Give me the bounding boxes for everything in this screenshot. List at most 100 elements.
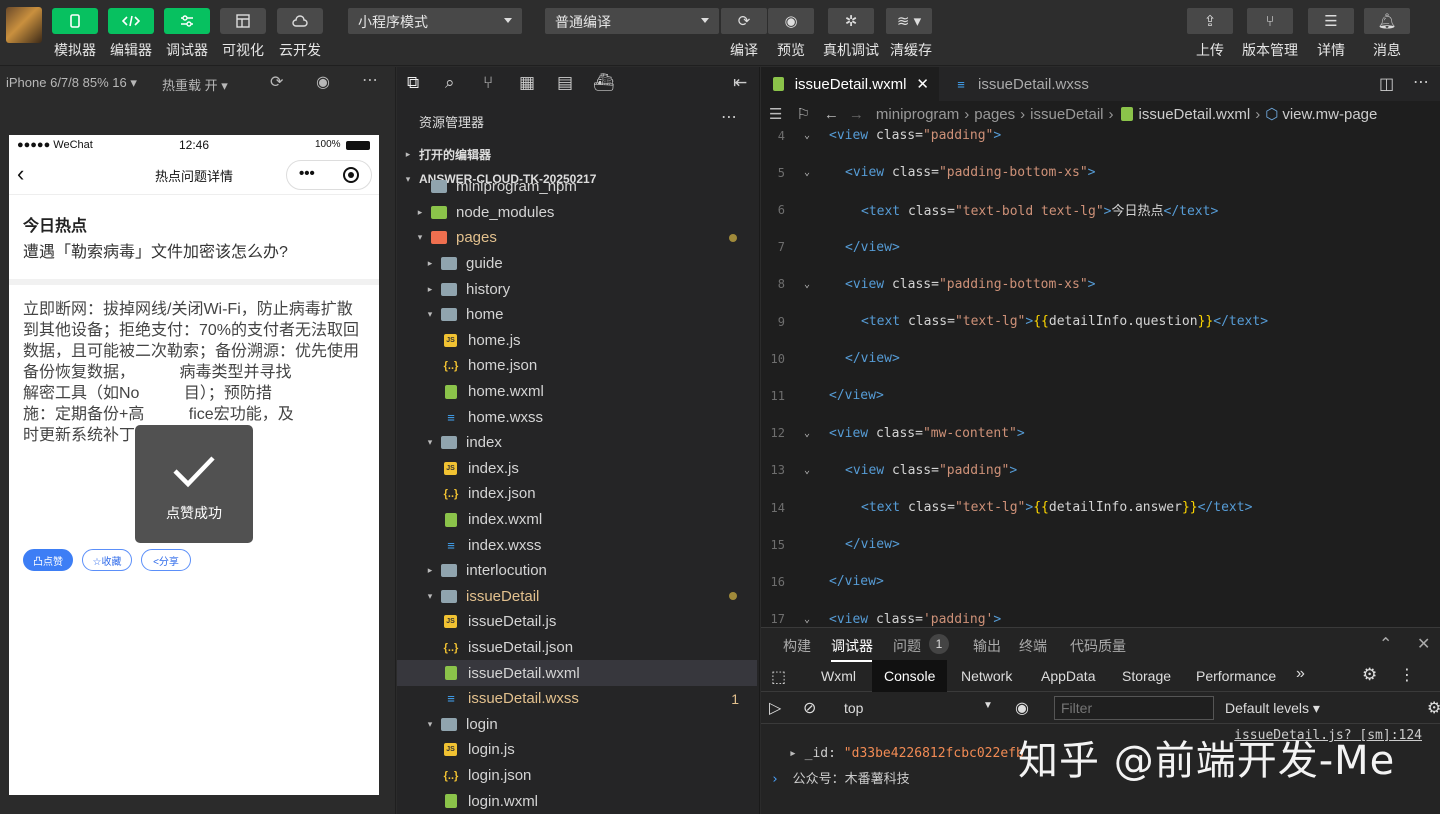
capsule-menu[interactable]: ••• bbox=[286, 160, 372, 190]
expand-icon[interactable]: ▸ bbox=[789, 746, 797, 761]
breadcrumb-item[interactable]: view.mw-page bbox=[1282, 106, 1377, 123]
tree-item-home-json[interactable]: {..} home.json bbox=[397, 353, 757, 379]
clear-cache-button[interactable]: ≋ ▾ bbox=[886, 8, 932, 34]
tab-debugger[interactable]: 调试器 bbox=[831, 636, 873, 662]
tab-code-quality[interactable]: 代码质量 bbox=[1070, 636, 1126, 656]
tree-item-guide[interactable]: ▸ guide bbox=[397, 251, 757, 277]
git-icon[interactable]: ⑂ bbox=[483, 73, 493, 93]
open-editors-section[interactable]: ▸ 打开的编辑器 bbox=[397, 142, 760, 166]
code-line[interactable]: 16 </view> bbox=[761, 563, 1440, 600]
tree-item-index-js[interactable]: JS index.js bbox=[397, 456, 757, 482]
docker-icon[interactable]: ⛴ bbox=[593, 73, 615, 93]
version-button[interactable]: ⑂ bbox=[1247, 8, 1293, 34]
chevron-down-icon[interactable]: ▼ bbox=[983, 700, 993, 711]
messages-button[interactable]: 🔔︎ bbox=[1364, 8, 1410, 34]
code-line[interactable]: 15 </view> bbox=[761, 526, 1440, 563]
collapse-panel-icon[interactable]: ⇤ bbox=[733, 73, 747, 93]
tab-network[interactable]: Network bbox=[961, 668, 1012, 684]
tree-item-issuedetail-js[interactable]: JS issueDetail.js bbox=[397, 609, 757, 635]
preview-button[interactable]: ◉ bbox=[768, 8, 814, 34]
split-editor-icon[interactable]: ◫ bbox=[1379, 74, 1394, 94]
visualize-button[interactable] bbox=[220, 8, 266, 34]
tree-item-home-wxss[interactable]: ≡ home.wxss bbox=[397, 404, 757, 430]
tree-item-history[interactable]: ▸ history bbox=[397, 276, 757, 302]
tree-item-issuedetail-json[interactable]: {..} issueDetail.json bbox=[397, 635, 757, 661]
tree-item-index-wxss[interactable]: ≡ index.wxss bbox=[397, 532, 757, 558]
tab-issuedetail-wxss[interactable]: ≡ issueDetail.wxss bbox=[943, 67, 1113, 101]
rotate-icon[interactable]: ⟳ bbox=[270, 72, 283, 92]
capsule-more-icon[interactable]: ••• bbox=[299, 165, 315, 182]
avatar[interactable] bbox=[6, 7, 42, 43]
context-select[interactable]: top bbox=[844, 700, 863, 716]
sidebar-toggle-icon[interactable]: ▷ bbox=[769, 698, 781, 718]
tree-item-home-wxml[interactable]: home.wxml bbox=[397, 379, 757, 405]
extensions-icon[interactable]: ▦ bbox=[519, 73, 535, 93]
tree-item-index-json[interactable]: {..} index.json bbox=[397, 481, 757, 507]
levels-select[interactable]: Default levels ▾ bbox=[1225, 700, 1320, 717]
tab-performance[interactable]: Performance bbox=[1196, 668, 1276, 684]
tree-item-login-js[interactable]: JS login.js bbox=[397, 737, 757, 763]
details-button[interactable]: ☰ bbox=[1308, 8, 1354, 34]
fold-chevron-icon[interactable]: ⌄ bbox=[785, 465, 829, 476]
more-icon[interactable]: ⋯ bbox=[721, 107, 737, 127]
tree-item-node-modules[interactable]: ▸ node_modules bbox=[397, 200, 757, 226]
tab-storage[interactable]: Storage bbox=[1122, 668, 1171, 684]
code-line[interactable]: 8 ⌄ <view class="padding-bottom-xs"> bbox=[761, 266, 1440, 303]
tree-item-pages[interactable]: ▾ pages bbox=[397, 225, 757, 251]
forward-arrow-icon[interactable]: → bbox=[849, 106, 864, 123]
code-line[interactable]: 11 </view> bbox=[761, 377, 1440, 414]
tab-build[interactable]: 构建 bbox=[783, 636, 811, 656]
remote-debug-button[interactable]: ✲ bbox=[828, 8, 874, 34]
tree-item-index[interactable]: ▾ index bbox=[397, 430, 757, 456]
storage-icon[interactable]: ▤ bbox=[557, 73, 573, 93]
eye-icon[interactable]: ◉ bbox=[1015, 698, 1029, 718]
tree-item-index-wxml[interactable]: index.wxml bbox=[397, 507, 757, 533]
tab-wxml[interactable]: Wxml bbox=[821, 668, 856, 684]
code-line[interactable]: 12 ⌄ <view class="mw-content"> bbox=[761, 415, 1440, 452]
breadcrumb-item[interactable]: issueDetail.wxml bbox=[1139, 106, 1251, 123]
simulator-toggle-button[interactable] bbox=[52, 8, 98, 34]
close-icon[interactable]: ✕ bbox=[916, 75, 929, 93]
tree-item-issuedetail[interactable]: ▾ issueDetail bbox=[397, 584, 757, 610]
code-line[interactable]: 13 ⌄ <view class="padding"> bbox=[761, 452, 1440, 489]
fold-chevron-icon[interactable]: ⌄ bbox=[785, 167, 829, 178]
more-icon[interactable]: ⋯ bbox=[1413, 72, 1429, 92]
fold-chevron-icon[interactable]: ⌄ bbox=[785, 428, 829, 439]
inspect-icon[interactable]: ⬚ bbox=[771, 667, 786, 687]
code-line[interactable]: 17 ⌄ <view class='padding'> bbox=[761, 601, 1440, 627]
kebab-icon[interactable]: ⋮ bbox=[1399, 665, 1415, 685]
breadcrumb-item[interactable]: issueDetail bbox=[1030, 106, 1103, 123]
gear-icon[interactable]: ⚙ bbox=[1427, 698, 1440, 718]
tree-item-miniprogram-npm[interactable]: miniprogram_npm bbox=[397, 179, 757, 200]
close-icon[interactable]: ✕ bbox=[1417, 634, 1430, 654]
upload-button[interactable]: ⇪ bbox=[1187, 8, 1233, 34]
code-line[interactable]: 6 <text class="text-bold text-lg">今日热点</t… bbox=[761, 191, 1440, 228]
tree-item-home-js[interactable]: JS home.js bbox=[397, 328, 757, 354]
code-line[interactable]: 4 ⌄ <view class="padding"> bbox=[761, 121, 1440, 154]
filter-input[interactable] bbox=[1054, 696, 1214, 720]
fold-chevron-icon[interactable]: ⌄ bbox=[785, 130, 829, 141]
tab-terminal[interactable]: 终端 bbox=[1019, 636, 1047, 656]
gear-icon[interactable]: ⚙ bbox=[1362, 665, 1377, 685]
breadcrumb-item[interactable]: pages bbox=[974, 106, 1015, 123]
tree-item-issuedetail-wxss[interactable]: ≡ issueDetail.wxss 1 bbox=[397, 686, 757, 712]
code-line[interactable]: 14 <text class="text-lg">{{detailInfo.ans… bbox=[761, 489, 1440, 526]
hot-reload-select[interactable]: 热重载 开 ▾ bbox=[162, 75, 228, 94]
fold-chevron-icon[interactable]: ⌄ bbox=[785, 279, 829, 290]
like-button[interactable]: 凸点赞 bbox=[23, 549, 73, 571]
tree-item-login[interactable]: ▾ login bbox=[397, 712, 757, 738]
stop-icon[interactable]: ◉ bbox=[316, 72, 330, 92]
code-area[interactable]: 4 ⌄ <view class="padding"> 5 ⌄ <view class="p… bbox=[761, 121, 1440, 627]
tab-problems[interactable]: 问题 bbox=[893, 636, 921, 656]
editor-toggle-button[interactable] bbox=[108, 8, 154, 34]
cloud-dev-button[interactable] bbox=[277, 8, 323, 34]
tree-item-interlocution[interactable]: ▸ interlocution bbox=[397, 558, 757, 584]
mode-select[interactable]: 小程序模式 bbox=[348, 8, 522, 34]
more-tabs-icon[interactable]: » bbox=[1296, 665, 1305, 683]
tab-console[interactable]: Console bbox=[872, 660, 948, 692]
compile-button[interactable]: ⟳ bbox=[721, 8, 767, 34]
tree-item-issuedetail-wxml[interactable]: issueDetail.wxml bbox=[397, 660, 757, 686]
device-select[interactable]: iPhone 6/7/8 85% 16 ▾ bbox=[6, 75, 137, 91]
code-line[interactable]: 10 </view> bbox=[761, 340, 1440, 377]
code-line[interactable]: 9 <text class="text-lg">{{detailInfo.ques… bbox=[761, 303, 1440, 340]
